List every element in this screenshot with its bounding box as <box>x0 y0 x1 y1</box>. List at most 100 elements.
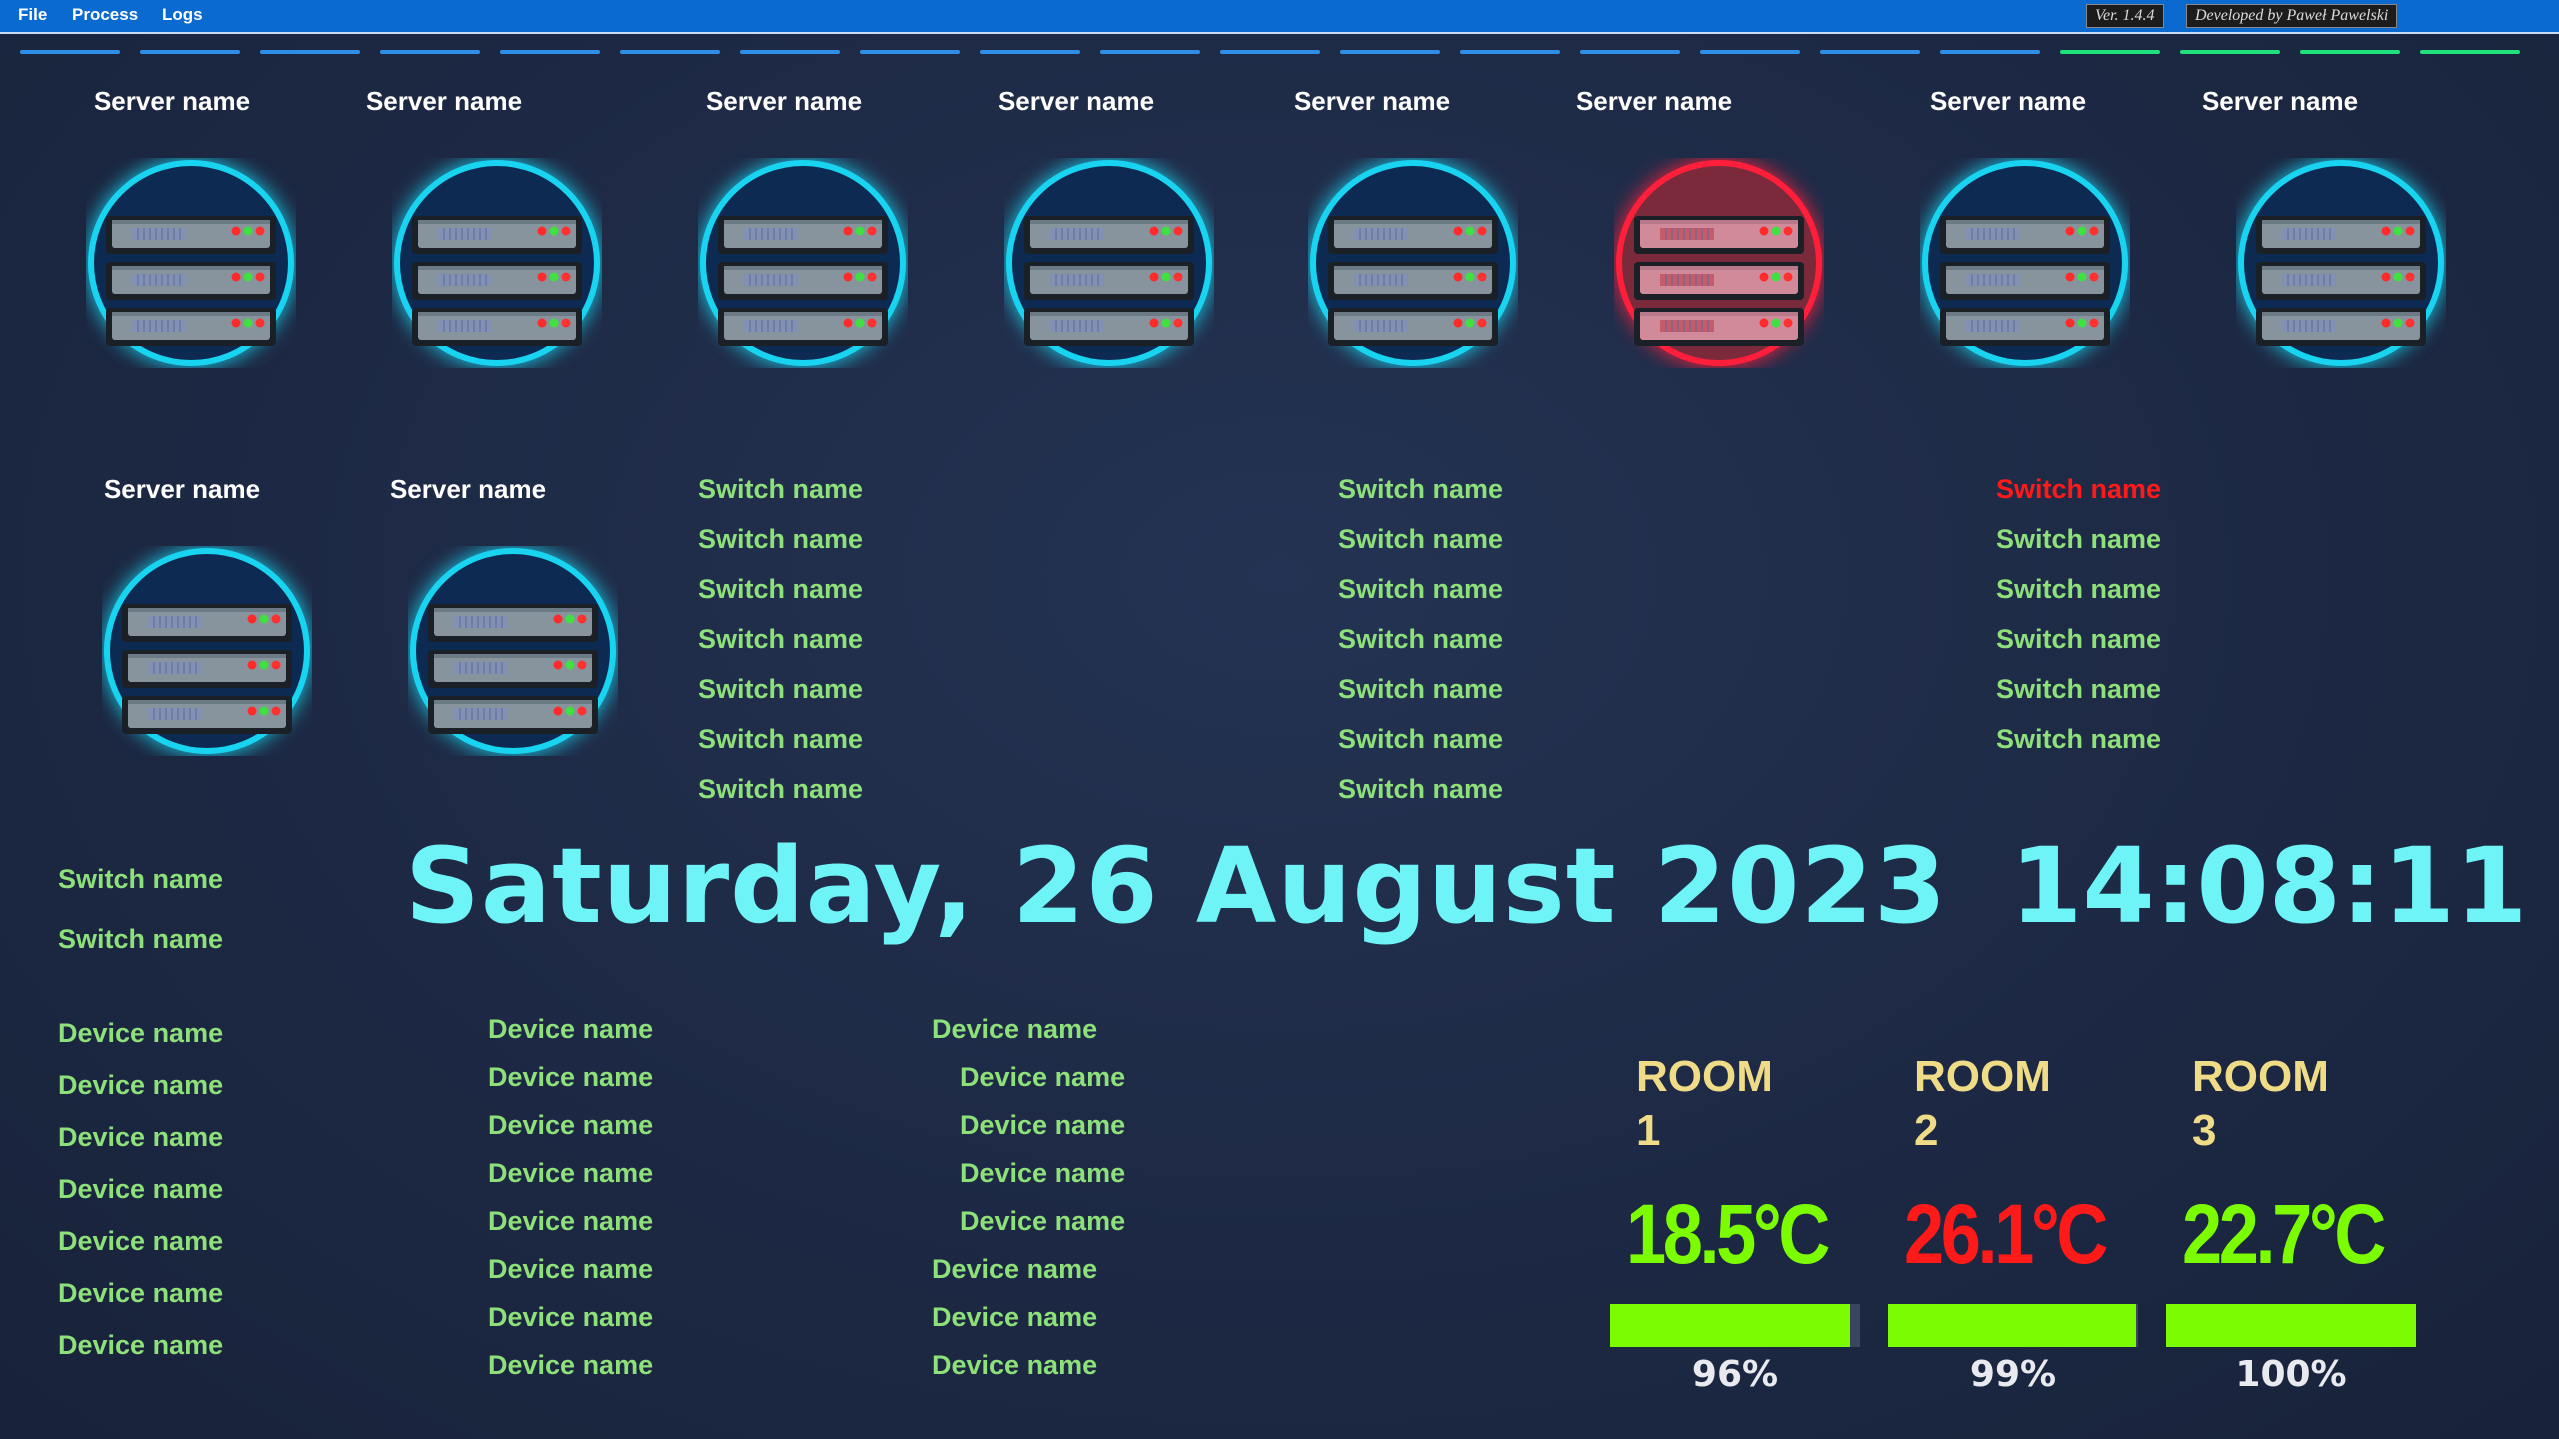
humidity-bar <box>1888 1304 2138 1347</box>
status-segment <box>2180 50 2280 54</box>
humidity-bar <box>2166 1304 2416 1347</box>
device-item[interactable]: Device name <box>488 1254 653 1285</box>
server-rack-icon[interactable] <box>392 158 602 368</box>
device-item[interactable]: Device name <box>932 1350 1097 1381</box>
switch-item[interactable]: Switch name <box>698 524 863 555</box>
humidity-bar-fill <box>1888 1304 2136 1347</box>
status-segment <box>1220 50 1320 54</box>
switch-item[interactable]: Switch name <box>1996 674 2161 705</box>
switch-item[interactable]: Switch name <box>698 724 863 755</box>
room-name-line1: ROOM <box>1636 1052 1773 1101</box>
switch-item[interactable]: Switch name <box>698 474 863 505</box>
device-item[interactable]: Device name <box>58 1174 223 1205</box>
status-segment <box>2420 50 2520 54</box>
device-item[interactable]: Device name <box>932 1254 1097 1285</box>
device-item[interactable]: Device name <box>488 1110 653 1141</box>
humidity-bar-fill <box>1610 1304 1850 1347</box>
status-segment <box>140 50 240 54</box>
device-item[interactable]: Device name <box>488 1062 653 1093</box>
humidity-bar-fill <box>2166 1304 2416 1347</box>
menu-logs[interactable]: Logs <box>162 5 203 25</box>
server-label: Server name <box>103 474 261 504</box>
device-item[interactable]: Device name <box>932 1302 1097 1333</box>
status-segment <box>2300 50 2400 54</box>
version-badge: Ver. 1.4.4 <box>2086 4 2164 28</box>
room-name: ROOM 2 <box>1914 1050 2114 1158</box>
device-item[interactable]: Device name <box>58 1122 223 1153</box>
room-temperature: 18.5°C <box>1626 1187 1830 1281</box>
left-switch-0[interactable]: Switch name <box>58 864 223 895</box>
device-item[interactable]: Device name <box>488 1350 653 1381</box>
menu-bar: File Process Logs Ver. 1.4.4 Developed b… <box>0 0 2559 34</box>
switch-item[interactable]: Switch name <box>1338 674 1503 705</box>
device-item[interactable]: Device name <box>932 1014 1097 1045</box>
server-rack-icon[interactable] <box>86 158 296 368</box>
server-rack-icon[interactable] <box>1308 158 1518 368</box>
server-label: Server name <box>365 86 523 116</box>
room-temperature: 26.1°C <box>1904 1187 2108 1281</box>
room-name: ROOM 3 <box>2192 1050 2392 1158</box>
humidity-percent: 96% <box>1691 1354 1779 1395</box>
device-item[interactable]: Device name <box>960 1206 1125 1237</box>
date-display: Saturday, 26 August 2023 <box>405 825 1948 947</box>
device-item[interactable]: Device name <box>488 1302 653 1333</box>
server-rack-icon[interactable] <box>698 158 908 368</box>
server-rack-icon[interactable] <box>408 546 618 756</box>
switch-item[interactable]: Switch name <box>1996 474 2161 505</box>
device-item[interactable]: Device name <box>58 1226 223 1257</box>
menu-file[interactable]: File <box>18 5 47 25</box>
switch-item[interactable]: Switch name <box>1996 524 2161 555</box>
left-switch-1[interactable]: Switch name <box>58 924 223 955</box>
server-rack-icon-alert[interactable] <box>1614 158 1824 368</box>
server-label: Server name <box>1575 86 1733 116</box>
status-segment <box>20 50 120 54</box>
status-segment <box>1460 50 1560 54</box>
device-item[interactable]: Device name <box>488 1206 653 1237</box>
switch-item[interactable]: Switch name <box>1338 474 1503 505</box>
switch-item[interactable]: Switch name <box>1338 774 1503 805</box>
switch-item[interactable]: Switch name <box>698 774 863 805</box>
device-item[interactable]: Device name <box>58 1278 223 1309</box>
clock-display: 14:08:11 <box>2010 825 2528 947</box>
room-name-line2: 3 <box>2192 1106 2217 1155</box>
room-name-line1: ROOM <box>1914 1052 2051 1101</box>
server-rack-icon[interactable] <box>1004 158 1214 368</box>
status-segment <box>2060 50 2160 54</box>
switch-item[interactable]: Switch name <box>1996 574 2161 605</box>
status-segment <box>1820 50 1920 54</box>
device-item[interactable]: Device name <box>960 1158 1125 1189</box>
status-segment <box>1100 50 1200 54</box>
device-item[interactable]: Device name <box>488 1158 653 1189</box>
switch-item[interactable]: Switch name <box>1338 574 1503 605</box>
server-rack-icon[interactable] <box>102 546 312 756</box>
status-segment <box>980 50 1080 54</box>
device-item[interactable]: Device name <box>58 1070 223 1101</box>
server-rack-icon[interactable] <box>2236 158 2446 368</box>
switch-item[interactable]: Switch name <box>1338 624 1503 655</box>
server-label: Server name <box>997 86 1155 116</box>
device-item[interactable]: Device name <box>488 1014 653 1045</box>
switch-item[interactable]: Switch name <box>1996 624 2161 655</box>
device-item[interactable]: Device name <box>960 1110 1125 1141</box>
switch-item[interactable]: Switch name <box>1338 724 1503 755</box>
room-name-line1: ROOM <box>2192 1052 2329 1101</box>
humidity-percent: 99% <box>1969 1354 2057 1395</box>
humidity-bar <box>1610 1304 1860 1347</box>
switch-item[interactable]: Switch name <box>1338 524 1503 555</box>
status-segment <box>740 50 840 54</box>
device-item[interactable]: Device name <box>58 1330 223 1361</box>
switch-item[interactable]: Switch name <box>1996 724 2161 755</box>
status-segment <box>1340 50 1440 54</box>
switch-item[interactable]: Switch name <box>698 624 863 655</box>
device-item[interactable]: Device name <box>960 1062 1125 1093</box>
menu-process[interactable]: Process <box>72 5 138 25</box>
room-name-line2: 2 <box>1914 1106 1939 1155</box>
room-name-line2: 1 <box>1636 1106 1661 1155</box>
room-temperature: 22.7°C <box>2182 1187 2386 1281</box>
switch-item[interactable]: Switch name <box>698 674 863 705</box>
switch-item[interactable]: Switch name <box>698 574 863 605</box>
server-rack-icon[interactable] <box>1920 158 2130 368</box>
device-item[interactable]: Device name <box>58 1018 223 1049</box>
status-segment <box>1580 50 1680 54</box>
server-label: Server name <box>389 474 547 504</box>
